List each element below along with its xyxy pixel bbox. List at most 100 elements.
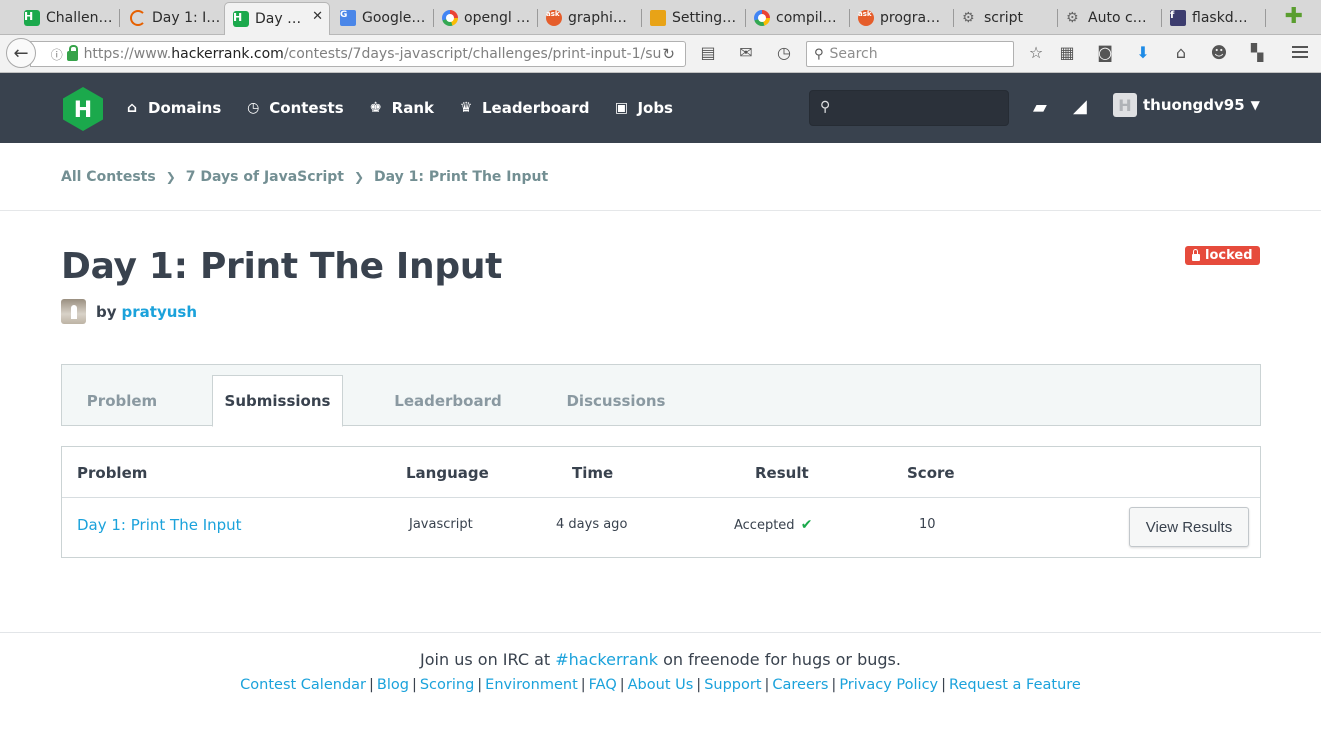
- tab-leaderboard[interactable]: Leaderboard: [373, 375, 523, 427]
- browser-tab[interactable]: ask progra…: [850, 4, 950, 32]
- browser-tab-title: Day …: [255, 11, 302, 27]
- askubuntu-icon: ask: [858, 10, 874, 26]
- askubuntu-icon: ask: [546, 10, 562, 26]
- messages-icon[interactable]: ▰: [1033, 97, 1047, 118]
- browser-tab-title: Setting…: [672, 10, 737, 26]
- nav-rank[interactable]: ♚ Rank: [368, 99, 434, 117]
- reading-list-icon[interactable]: ▦: [1057, 43, 1077, 63]
- browser-tab[interactable]: H Challen…: [16, 4, 116, 32]
- notifications-icon[interactable]: ◢: [1073, 96, 1087, 117]
- irc-text-before: Join us on IRC at: [420, 650, 556, 669]
- browser-tab-title: graphi…: [568, 10, 627, 26]
- browser-tab[interactable]: G Google…: [332, 4, 432, 32]
- search-icon: ⚲: [820, 99, 831, 115]
- settings-icon: [650, 10, 666, 26]
- apps-grid-icon[interactable]: ▚: [1247, 43, 1267, 63]
- problem-link[interactable]: Day 1: Print The Input: [77, 516, 242, 534]
- nav-label: Contests: [269, 99, 344, 117]
- chat-icon[interactable]: ☻: [1209, 43, 1229, 63]
- result-cell: Accepted ✔: [734, 517, 812, 533]
- flask-icon: f: [1170, 10, 1186, 26]
- nav-label: Domains: [148, 99, 222, 117]
- browser-tab[interactable]: Day 1: I…: [122, 4, 222, 32]
- gear-icon: ⚙: [962, 10, 975, 26]
- search-icon: ⚲: [814, 46, 824, 62]
- browser-tab-active[interactable]: H Day … ✕: [224, 2, 330, 35]
- footer-link-scoring[interactable]: Scoring: [420, 677, 474, 693]
- footer-link-careers[interactable]: Careers: [772, 677, 828, 693]
- url-scheme: https://www.: [83, 46, 172, 62]
- url-host: hackerrank.com: [171, 46, 284, 62]
- footer-link-request-feature[interactable]: Request a Feature: [949, 677, 1081, 693]
- irc-text-after: on freenode for hugs or bugs.: [658, 650, 901, 669]
- tab-discussions[interactable]: Discussions: [543, 375, 689, 427]
- nav-leaderboard[interactable]: ♛ Leaderboard: [458, 99, 590, 117]
- irc-channel-link[interactable]: #hackerrank: [555, 650, 658, 669]
- browser-tab[interactable]: compil…: [746, 4, 846, 32]
- author-avatar[interactable]: [61, 299, 86, 324]
- google-icon: [754, 10, 770, 26]
- breadcrumb-contest[interactable]: 7 Days of JavaScript: [186, 169, 344, 185]
- view-results-button[interactable]: View Results: [1129, 507, 1249, 547]
- avatar: H: [1113, 93, 1137, 117]
- close-tab-icon[interactable]: ✕: [312, 9, 323, 24]
- browser-tab[interactable]: ⚙ script: [954, 4, 1054, 32]
- irc-line: Join us on IRC at #hackerrank on freenod…: [0, 650, 1321, 669]
- browser-tab[interactable]: ask graphi…: [538, 4, 638, 32]
- mail-icon[interactable]: ✉: [736, 43, 756, 63]
- footer: Join us on IRC at #hackerrank on freenod…: [0, 632, 1321, 744]
- browser-tab[interactable]: Setting…: [642, 4, 742, 32]
- nav-label: Leaderboard: [481, 99, 590, 117]
- user-menu[interactable]: H thuongdv95 ▼: [1113, 93, 1260, 117]
- tab-submissions[interactable]: Submissions: [212, 375, 343, 427]
- lock-icon: [66, 45, 78, 61]
- time-cell: 4 days ago: [556, 517, 628, 532]
- footer-link-contest-calendar[interactable]: Contest Calendar: [240, 677, 366, 693]
- google-translate-icon: G: [340, 10, 356, 26]
- footer-link-about-us[interactable]: About Us: [628, 677, 694, 693]
- status-badge-label: locked: [1205, 248, 1253, 263]
- tab-problem[interactable]: Problem: [62, 375, 182, 427]
- pocket-icon[interactable]: ◙: [1095, 43, 1115, 63]
- site-search-input[interactable]: ⚲: [809, 90, 1009, 126]
- author-link[interactable]: pratyush: [122, 303, 198, 321]
- footer-link-privacy-policy[interactable]: Privacy Policy: [839, 677, 938, 693]
- breadcrumb-all-contests[interactable]: All Contests: [61, 169, 156, 185]
- reload-icon[interactable]: ↻: [662, 45, 675, 63]
- browser-tab-title: Day 1: I…: [152, 10, 221, 26]
- browser-search-input[interactable]: ⚲ Search: [806, 41, 1014, 67]
- search-placeholder: Search: [829, 46, 878, 62]
- new-tab-button[interactable]: ✚: [1285, 4, 1303, 29]
- footer-link-environment[interactable]: Environment: [485, 677, 578, 693]
- nav-jobs[interactable]: ▣ Jobs: [613, 99, 673, 117]
- footer-link-support[interactable]: Support: [704, 677, 761, 693]
- nav-contests[interactable]: ◷ Contests: [245, 99, 343, 117]
- nav-label: Rank: [391, 99, 434, 117]
- browser-tab-title: Auto c…: [1088, 10, 1147, 26]
- home-icon[interactable]: ⌂: [1171, 43, 1191, 63]
- browser-tab[interactable]: ⚙ Auto c…: [1058, 4, 1158, 32]
- menu-hamburger-icon[interactable]: [1292, 46, 1308, 58]
- footer-link-faq[interactable]: FAQ: [589, 677, 617, 693]
- bookmark-star-icon[interactable]: ☆: [1026, 43, 1046, 63]
- download-icon[interactable]: ⬇: [1133, 43, 1153, 63]
- browser-tab[interactable]: f flaskd…: [1162, 4, 1262, 32]
- chevron-down-icon: ▼: [1250, 98, 1260, 112]
- info-icon[interactable]: ⓘ: [51, 46, 63, 63]
- google-icon: [442, 10, 458, 26]
- back-button[interactable]: ←: [6, 38, 36, 68]
- browser-tab-title: compil…: [776, 10, 837, 26]
- url-bar[interactable]: ⓘ https://www. hackerrank.com/contests/7d…: [30, 41, 686, 67]
- page-icon[interactable]: ▤: [698, 43, 718, 63]
- nav-domains[interactable]: ⌂ Domains: [124, 99, 221, 117]
- history-clock-icon[interactable]: ◷: [774, 43, 794, 63]
- back-arrow-icon: ←: [13, 42, 29, 64]
- trophy-icon: ♛: [459, 100, 473, 116]
- browser-tab[interactable]: opengl …: [434, 4, 534, 32]
- browser-tab-title: Challen…: [46, 10, 113, 26]
- divider: [62, 497, 1260, 498]
- breadcrumb-challenge[interactable]: Day 1: Print The Input: [374, 169, 548, 185]
- footer-link-blog[interactable]: Blog: [377, 677, 409, 693]
- hackerrank-logo[interactable]: H: [61, 86, 105, 132]
- url-path: /contests/7days-javascript/challenges/pr…: [283, 46, 662, 62]
